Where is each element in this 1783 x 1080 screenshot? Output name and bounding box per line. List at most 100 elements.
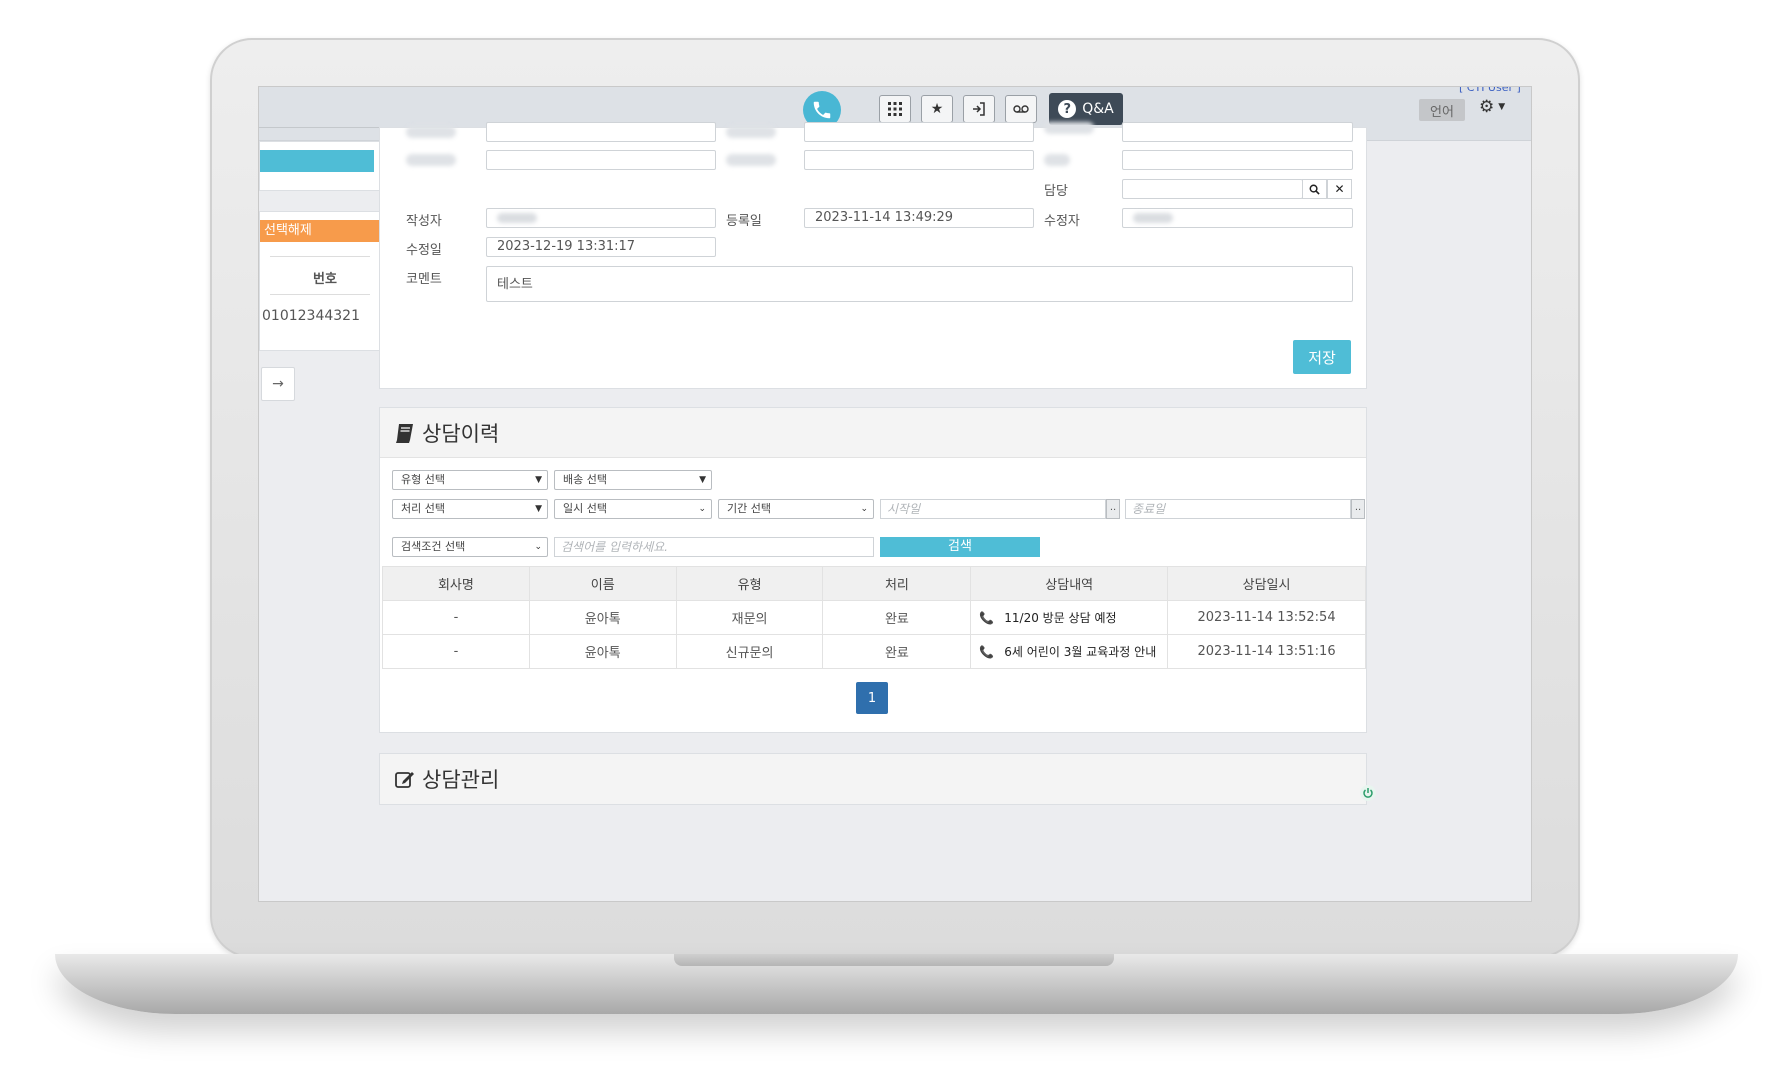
left-card-top [259, 141, 389, 191]
phone-icon: 📞 [979, 645, 995, 659]
comment-label: 코멘트 [406, 272, 442, 287]
col-content: 상담내역 [970, 566, 1169, 601]
start-date-input[interactable]: 시작일 [880, 499, 1106, 519]
form-field[interactable] [486, 150, 716, 170]
search-input[interactable]: 검색어를 입력하세요. [554, 537, 874, 557]
search-icon [1309, 184, 1320, 195]
condition-select[interactable]: 검색조건 선택 ⌄ [392, 537, 548, 557]
form-field[interactable] [1122, 150, 1353, 170]
phone-number-item[interactable]: 01012344321 [262, 308, 360, 324]
table-row[interactable]: - 윤아톡 신규문의 완료 📞 6세 어린이 3월 교육과정 안내 2023-11… [382, 634, 1366, 669]
cell-type: 신규문의 [675, 634, 824, 669]
process-select[interactable]: 처리 선택 ▼ [392, 499, 548, 519]
writer-label: 작성자 [406, 214, 442, 229]
start-date-picker-button[interactable]: .. [1106, 499, 1120, 519]
modified-field: 2023-12-19 13:31:17 [486, 237, 716, 257]
voicemail-button[interactable] [1005, 95, 1037, 123]
form-field[interactable] [804, 150, 1034, 170]
favorite-button[interactable]: ★ [921, 95, 953, 123]
blurred-label [726, 154, 776, 166]
cell-company: - [382, 600, 530, 635]
manager-search-button[interactable] [1302, 179, 1327, 199]
cell-type: 재문의 [675, 600, 824, 635]
left-accent-bar[interactable] [260, 150, 374, 172]
condition-select-value: 검색조건 선택 [401, 540, 466, 553]
grid-icon [888, 102, 902, 116]
language-button[interactable]: 언어 [1419, 99, 1465, 121]
edit-icon [395, 772, 414, 788]
end-date-picker-button[interactable]: .. [1351, 499, 1365, 519]
left-list-card: 선택해제 번호 01012344321 [259, 211, 389, 351]
cell-content-text: 11/20 방문 상담 예정 [1004, 611, 1117, 625]
col-status: 처리 [822, 566, 972, 601]
keypad-button[interactable] [879, 95, 911, 123]
deselect-button[interactable]: 선택해제 [260, 220, 386, 242]
blurred-label [1044, 122, 1094, 134]
cell-content-text: 6세 어린이 3월 교육과정 안내 [1004, 645, 1157, 659]
power-button[interactable] [1360, 785, 1376, 801]
manager-input[interactable] [1122, 179, 1303, 199]
cell-content[interactable]: 📞 11/20 방문 상담 예정 [970, 600, 1169, 635]
history-header: 상담이력 [380, 408, 1366, 458]
app-screen: ★ ? Q&A [ CTI User ] 언어 ⚙ ▼ 선택해제 번호 0101… [258, 86, 1532, 902]
form-field[interactable] [1122, 122, 1353, 142]
settings-dropdown[interactable]: ⚙ ▼ [1479, 97, 1505, 117]
arrow-button[interactable]: → [261, 367, 295, 401]
save-button[interactable]: 저장 [1293, 340, 1351, 374]
delivery-select[interactable]: 배송 선택 ▼ [554, 470, 712, 490]
manager-clear-button[interactable]: ✕ [1327, 179, 1352, 199]
col-type: 유형 [675, 566, 824, 601]
question-icon: ? [1058, 100, 1077, 118]
sign-in-icon [973, 102, 985, 116]
caret-down-icon: ▼ [699, 475, 706, 485]
caret-down-icon: ▼ [535, 475, 542, 485]
cell-name: 윤아톡 [528, 600, 677, 635]
col-company: 회사명 [382, 566, 530, 601]
cell-datetime: 2023-11-14 13:51:16 [1167, 634, 1366, 669]
modifier-label: 수정자 [1044, 214, 1080, 229]
writer-field [486, 208, 716, 228]
number-column-header: 번호 [313, 272, 337, 287]
history-title: 상담이력 [422, 421, 500, 446]
search-button[interactable]: 검색 [880, 537, 1040, 557]
datetime-select-value: 일시 선택 [563, 502, 607, 515]
registered-field: 2023-11-14 13:49:29 [804, 208, 1034, 228]
cell-status: 완료 [822, 600, 972, 635]
phone-icon [813, 101, 831, 119]
blurred-label [726, 126, 776, 138]
form-field[interactable] [804, 122, 1034, 142]
manage-title: 상담관리 [422, 768, 500, 792]
period-select-value: 기간 선택 [727, 502, 771, 515]
blurred-label [406, 126, 456, 138]
col-name: 이름 [528, 566, 677, 601]
caret-down-icon: ▼ [1498, 102, 1506, 112]
table-row[interactable]: - 윤아톡 재문의 완료 📞 11/20 방문 상담 예정 2023-11-14 … [382, 600, 1366, 635]
end-date-input[interactable]: 종료일 [1125, 499, 1351, 519]
caret-down-icon: ▼ [535, 504, 542, 514]
history-table: 회사명 이름 유형 처리 상담내역 상담일시 - 윤아톡 재문의 완료 📞 11/… [382, 566, 1366, 669]
form-field[interactable] [486, 122, 716, 142]
pagination-page-1[interactable]: 1 [856, 682, 888, 714]
col-datetime: 상담일시 [1167, 566, 1366, 601]
datetime-select[interactable]: 일시 선택 ⌄ [554, 499, 712, 519]
type-select[interactable]: 유형 선택 ▼ [392, 470, 548, 490]
customer-form-card: 담당 ✕ 작성자 등록일 2023-11-14 13:49:29 수정자 수정일… [379, 122, 1367, 389]
phone-icon: 📞 [979, 611, 995, 625]
transfer-button[interactable] [963, 95, 995, 123]
modified-label: 수정일 [406, 243, 442, 258]
divider [270, 256, 370, 257]
cell-content[interactable]: 📞 6세 어린이 3월 교육과정 안내 [970, 634, 1169, 669]
blurred-label [406, 154, 456, 166]
cell-status: 완료 [822, 634, 972, 669]
chevron-down-icon: ⌄ [860, 504, 868, 514]
close-icon: ✕ [1334, 182, 1345, 196]
chevron-down-icon: ⌄ [534, 542, 542, 552]
qa-button[interactable]: ? Q&A [1049, 93, 1123, 125]
power-icon [1363, 788, 1373, 798]
comment-textarea[interactable]: 테스트 [486, 266, 1353, 302]
process-select-value: 처리 선택 [401, 502, 445, 515]
manager-label: 담당 [1044, 184, 1068, 199]
user-label: [ CTI User ] [1459, 86, 1521, 94]
blurred-label [1044, 154, 1070, 166]
period-select[interactable]: 기간 선택 ⌄ [718, 499, 874, 519]
